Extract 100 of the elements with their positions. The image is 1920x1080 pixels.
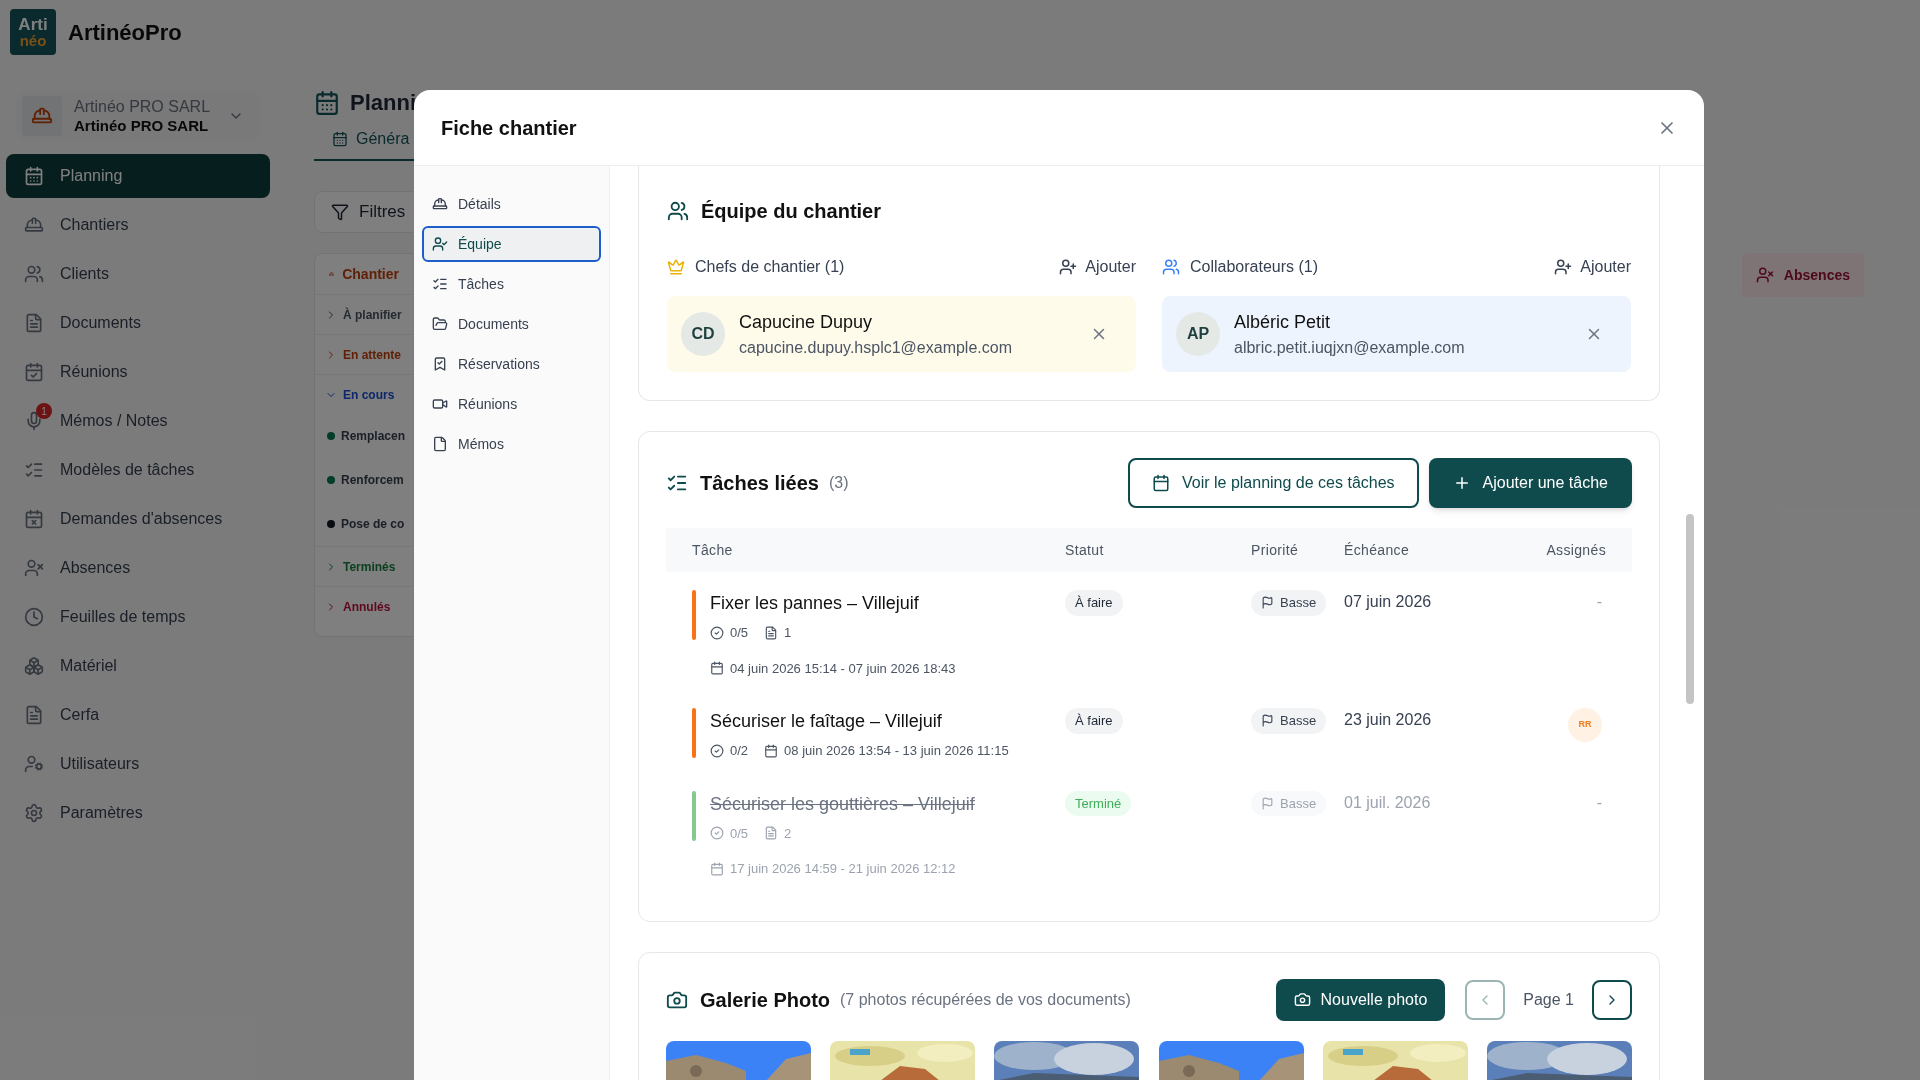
member-email: albric.petit.iuqjxn@example.com [1234,337,1466,358]
tree-group[interactable]: En attente [315,334,413,374]
sidebar-item[interactable]: Planning [6,154,270,198]
microphone-icon [24,411,44,431]
page-title: Planni [350,89,416,117]
users-icon [667,200,689,222]
sidebar-item[interactable]: Demandes d'absences [6,497,270,541]
sidebar-item[interactable]: Documents [6,301,270,345]
due-date: 07 juin 2026 [1344,592,1433,612]
priority-badge: Basse [1251,590,1327,616]
column-header: Assignés [1546,540,1606,560]
calendar-icon [710,861,724,876]
checklist-count: 0/2 [730,742,749,760]
tree-group[interactable]: À planifier [315,294,413,334]
column-header: Échéance [1344,540,1411,560]
scrollbar[interactable] [1686,514,1694,704]
task-title[interactable]: Fixer les pannes – Villejuif [710,590,956,617]
calendar-icon [24,166,44,186]
modal-nav-item[interactable]: Documents [422,306,601,342]
document-icon [764,826,779,841]
page-indicator: Page 1 [1523,989,1574,1010]
tree-group[interactable]: Annulés [315,586,413,626]
bookmark-icon [432,356,448,372]
calendar-icon [1152,474,1170,492]
modal-nav-item[interactable]: Équipe [422,226,601,262]
check-circle-icon [710,743,724,758]
add-member-button[interactable]: Ajouter [1059,255,1136,279]
document-count: 2 [784,824,792,843]
section-title: Équipe du chantier [701,199,882,224]
task-title[interactable]: Sécuriser le faîtage – Villejuif [710,708,1009,735]
modal-nav-item[interactable]: Détails [422,186,601,222]
column-header: Tâche [692,540,734,560]
calendar-icon [710,661,724,676]
users-icon [1162,258,1180,276]
modal-nav-item[interactable]: Tâches [422,266,601,302]
calendar-icon [314,89,340,116]
modal-nav-item[interactable]: Mémos [422,426,601,462]
task-dates: 04 juin 2026 15:14 - 07 juin 2026 18:43 [730,659,956,678]
sidebar-item[interactable]: Absences [6,546,270,590]
modal-nav-item[interactable]: Réunions [422,386,601,422]
add-member-button[interactable]: Ajouter [1554,255,1631,279]
document-icon [24,313,44,333]
document-icon [764,625,779,640]
task-title[interactable]: Sécuriser les gouttières – Villejuif [710,790,975,818]
sidebar-item[interactable]: Feuilles de temps [6,595,270,639]
camera-icon [1293,991,1311,1008]
user-gear-icon [24,754,44,774]
crown-icon [667,258,685,276]
section-title: Tâches liées [700,471,819,496]
sidebar-item[interactable]: Clients [6,252,270,296]
tree-group[interactable]: Terminés [315,546,413,586]
check-circle-icon [710,826,724,841]
due-date: 23 juin 2026 [1344,710,1433,730]
tree-item[interactable]: Pose de co [341,515,405,533]
next-page-button[interactable] [1592,979,1632,1020]
user-plus-icon [1059,258,1078,276]
tab-label[interactable]: Généra [356,127,410,151]
checklist-count: 0/5 [730,624,749,642]
sidebar-item[interactable]: Matériel [6,644,270,688]
video-icon [432,396,448,412]
add-task-button[interactable]: Ajouter une tâche [1428,458,1632,508]
tree-item[interactable]: Renforcem [341,471,404,489]
sidebar-item[interactable]: Modèles de tâches [6,448,270,492]
tree-group[interactable]: En cours [315,374,413,414]
modal-title: Fiche chantier [441,115,577,141]
column-header: Priorité [1251,540,1300,560]
sidebar-item[interactable]: Mémos / Notes 1 [6,399,270,443]
app-logo: Arti néo [10,9,56,55]
document-icon [24,705,44,725]
sidebar-item[interactable]: Réunions [6,350,270,394]
checklist-count: 0/5 [730,824,749,843]
sidebar-item[interactable]: Cerfa [6,693,270,737]
member-avatar: AP [1176,312,1220,356]
gallery-subtitle: (7 photos récupérées de vos documents) [840,989,1131,1010]
task-dates: 17 juin 2026 14:59 - 21 juin 2026 12:12 [730,860,956,878]
modal-nav-item[interactable]: Réservations [422,346,601,382]
no-assignee: - [1596,592,1602,612]
calendar-check-icon [24,362,44,382]
new-photo-button[interactable]: Nouvelle photo [1275,978,1446,1021]
member-avatar: CD [681,312,725,356]
boxes-icon [24,656,44,676]
sidebar-item[interactable]: Utilisateurs [6,742,270,786]
calendar-icon [764,743,779,758]
sidebar-item[interactable]: Chantiers [6,203,270,247]
no-assignee: - [1596,792,1602,813]
hard-hat-icon [24,215,44,235]
checklist-icon [432,276,448,292]
status-badge: À faire [1065,590,1123,616]
tree-item[interactable]: Remplacen [341,427,406,445]
filter-icon [331,203,349,221]
calendar-icon [332,131,348,147]
column-header: Statut [1065,540,1105,560]
sidebar-item[interactable]: Paramètres [6,791,270,835]
notification-badge: 1 [36,403,52,419]
priority-badge: Basse [1251,790,1327,816]
hard-hat-icon [432,196,448,212]
assignee-avatar: RR [1568,708,1602,742]
folder-icon [432,316,448,332]
view-planning-button[interactable]: Voir le planning de ces tâches [1128,458,1419,508]
group-label: Chefs de chantier (1) [695,257,845,277]
